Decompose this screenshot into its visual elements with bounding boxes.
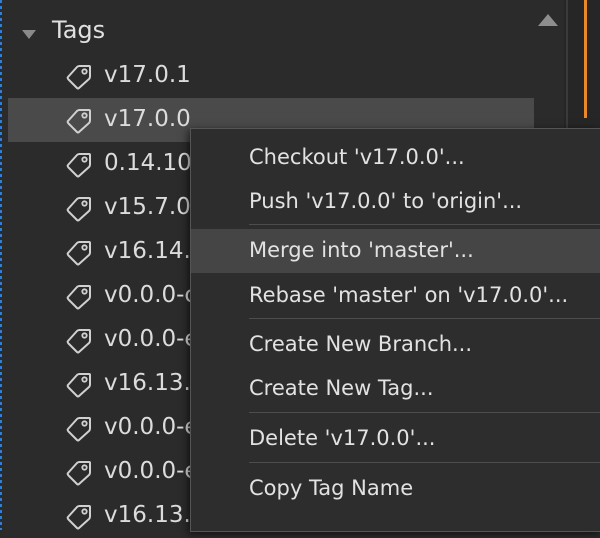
menu-separator [249, 318, 600, 319]
graph-branch-line [584, 0, 587, 118]
menu-separator [249, 412, 600, 413]
menu-item-label: Checkout 'v17.0.0'... [249, 145, 465, 169]
menu-item-label: Rebase 'master' on 'v17.0.0'... [249, 283, 569, 307]
menu-item-label: Delete 'v17.0.0'... [249, 426, 436, 450]
tag-icon [66, 417, 91, 442]
tag-icon [66, 285, 91, 310]
menu-item-label: Merge into 'master'... [249, 238, 474, 262]
menu-item[interactable]: Rebase 'master' on 'v17.0.0'... [191, 274, 600, 318]
tag-icon [66, 329, 91, 354]
tag-label: v0.0.0-e [104, 414, 199, 440]
menu-item-label: Create New Tag... [249, 376, 434, 400]
section-title-tags[interactable]: Tags [52, 16, 105, 44]
menu-item-label: Copy Tag Name [249, 476, 414, 500]
tag-label: v0.0.0-c [104, 282, 198, 308]
tag-icon [66, 109, 91, 134]
menu-separator [249, 224, 600, 225]
menu-item[interactable]: Merge into 'master'... [191, 229, 600, 273]
tag-icon [66, 505, 91, 530]
tag-label: v15.7.0 [104, 194, 191, 220]
tag-icon [66, 197, 91, 222]
tag-icon [66, 65, 91, 90]
menu-item[interactable]: Push 'v17.0.0' to 'origin'... [191, 180, 600, 224]
menu-item[interactable]: Create New Branch... [191, 323, 600, 367]
tag-icon [66, 153, 91, 178]
tag-label: v17.0.1 [104, 62, 191, 88]
menu-separator [249, 462, 600, 463]
tag-label: 0.14.10 [104, 150, 192, 176]
menu-item[interactable]: Delete 'v17.0.0'... [191, 417, 600, 461]
menu-item[interactable]: Create New Tag... [191, 367, 600, 411]
tag-context-menu: Checkout 'v17.0.0'... Push 'v17.0.0' to '… [190, 128, 600, 532]
collapse-caret-icon[interactable] [22, 30, 36, 39]
menu-item-label: Push 'v17.0.0' to 'origin'... [249, 189, 523, 213]
tag-icon [66, 373, 91, 398]
tag-row[interactable]: v17.0.1 [8, 54, 534, 98]
tag-icon [66, 461, 91, 486]
menu-item-label: Create New Branch... [249, 332, 473, 356]
tag-label: v0.0.0-e [104, 458, 199, 484]
menu-item[interactable]: Checkout 'v17.0.0'... [191, 136, 600, 180]
scroll-up-arrow-icon[interactable] [538, 14, 558, 26]
tag-label: v0.0.0-e [104, 326, 199, 352]
tag-label: v17.0.0 [104, 106, 191, 132]
menu-item[interactable]: Copy Tag Name [191, 467, 600, 511]
tag-icon [66, 241, 91, 266]
